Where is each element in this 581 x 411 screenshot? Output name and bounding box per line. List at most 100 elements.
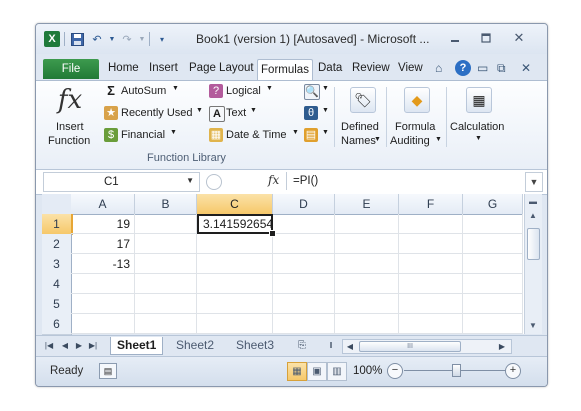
sheet-tab-sheet3[interactable]: Sheet3 bbox=[230, 337, 280, 354]
lookup-reference-icon[interactable]: 🔍 bbox=[304, 84, 320, 100]
tab-page-layout[interactable]: Page Layout bbox=[189, 62, 254, 74]
cell-f4[interactable] bbox=[399, 274, 463, 294]
cell-e6[interactable] bbox=[335, 314, 399, 334]
customize-qat-icon[interactable]: ▾ bbox=[154, 31, 170, 47]
cell-c5[interactable] bbox=[197, 294, 273, 314]
math-trig-dropdown-icon[interactable]: ▼ bbox=[322, 107, 329, 114]
undo-dropdown-icon[interactable]: ▼ bbox=[109, 31, 116, 47]
cell-c1[interactable]: 3.141592654 bbox=[197, 214, 273, 234]
cell-e4[interactable] bbox=[335, 274, 399, 294]
calculation-label[interactable]: Calculation bbox=[450, 121, 504, 133]
excel-logo-icon[interactable]: X bbox=[44, 31, 60, 47]
text-function-icon[interactable]: A bbox=[209, 106, 225, 122]
logical-dropdown-icon[interactable]: ▼ bbox=[266, 85, 273, 92]
minimize-icon[interactable] bbox=[444, 30, 466, 46]
defined-names-label-1[interactable]: Defined bbox=[341, 121, 379, 133]
cell-g2[interactable] bbox=[463, 234, 523, 254]
name-box-dropdown-icon[interactable]: ▼ bbox=[186, 176, 194, 185]
zoom-slider-thumb[interactable] bbox=[452, 364, 461, 377]
cell-d4[interactable] bbox=[273, 274, 335, 294]
column-header-c[interactable]: C bbox=[197, 194, 273, 216]
formula-auditing-icon[interactable]: ◆ bbox=[404, 87, 430, 113]
column-header-b[interactable]: B bbox=[135, 194, 197, 215]
column-header-d[interactable]: D bbox=[273, 194, 335, 215]
next-sheet-icon[interactable]: ▶ bbox=[74, 339, 84, 353]
cell-f6[interactable] bbox=[399, 314, 463, 334]
tab-formulas[interactable]: Formulas bbox=[257, 59, 313, 81]
calculation-icon[interactable]: ▦ bbox=[466, 87, 492, 113]
cell-d2[interactable] bbox=[273, 234, 335, 254]
undo-icon[interactable]: ↶ bbox=[89, 31, 105, 47]
prev-sheet-icon[interactable]: ◀ bbox=[60, 339, 70, 353]
horizontal-scroll-thumb[interactable]: III bbox=[359, 341, 461, 352]
help-icon[interactable]: ? bbox=[455, 60, 471, 76]
defined-names-label-2[interactable]: Names bbox=[341, 135, 376, 147]
formula-bar-divider-icon[interactable] bbox=[206, 174, 222, 190]
math-trig-icon[interactable]: θ bbox=[304, 106, 318, 120]
name-box[interactable]: C1 ▼ bbox=[43, 172, 200, 192]
scroll-up-icon[interactable]: ▲ bbox=[527, 210, 539, 222]
column-header-g[interactable]: G bbox=[463, 194, 523, 215]
cell-a3[interactable]: -13 bbox=[71, 254, 135, 274]
autosum-button[interactable]: AutoSum bbox=[121, 85, 166, 97]
cell-f3[interactable] bbox=[399, 254, 463, 274]
insert-function-label-1[interactable]: Insert bbox=[56, 121, 84, 133]
cell-a6[interactable] bbox=[71, 314, 135, 334]
row-header-2[interactable]: 2 bbox=[42, 234, 72, 255]
recently-used-dropdown-icon[interactable]: ▼ bbox=[196, 107, 203, 114]
cell-f2[interactable] bbox=[399, 234, 463, 254]
scroll-left-icon[interactable]: ◀ bbox=[345, 340, 355, 353]
date-time-icon[interactable]: ▦ bbox=[209, 128, 223, 142]
cell-g5[interactable] bbox=[463, 294, 523, 314]
formula-auditing-label-1[interactable]: Formula bbox=[395, 121, 435, 133]
column-header-a[interactable]: A bbox=[71, 194, 135, 215]
redo-dropdown-icon[interactable]: ▼ bbox=[139, 31, 146, 47]
save-icon[interactable] bbox=[69, 31, 85, 47]
calculation-dropdown-icon[interactable]: ▼ bbox=[475, 135, 482, 142]
insert-function-icon[interactable]: fx bbox=[50, 85, 90, 115]
page-break-view-icon[interactable]: ▥ bbox=[327, 362, 347, 381]
cell-b5[interactable] bbox=[135, 294, 197, 314]
row-header-5[interactable]: 5 bbox=[42, 294, 72, 315]
defined-names-dropdown-icon[interactable]: ▼ bbox=[374, 136, 381, 143]
tab-file[interactable]: File bbox=[43, 59, 99, 79]
insert-function-fx-icon[interactable]: fx bbox=[268, 173, 279, 187]
page-layout-view-icon[interactable]: ▣ bbox=[307, 362, 327, 381]
cell-d5[interactable] bbox=[273, 294, 335, 314]
cell-f5[interactable] bbox=[399, 294, 463, 314]
text-dropdown-icon[interactable]: ▼ bbox=[250, 107, 257, 114]
cell-b6[interactable] bbox=[135, 314, 197, 334]
cell-g6[interactable] bbox=[463, 314, 523, 334]
cell-f1[interactable] bbox=[399, 214, 463, 234]
tab-split-icon[interactable]: ‖ bbox=[326, 339, 336, 353]
cell-e1[interactable] bbox=[335, 214, 399, 234]
cell-e5[interactable] bbox=[335, 294, 399, 314]
row-header-6[interactable]: 6 bbox=[42, 314, 72, 335]
cell-g4[interactable] bbox=[463, 274, 523, 294]
cell-e2[interactable] bbox=[335, 234, 399, 254]
defined-names-icon[interactable]: 🏷 bbox=[350, 87, 376, 113]
cell-e3[interactable] bbox=[335, 254, 399, 274]
cell-g1[interactable] bbox=[463, 214, 523, 234]
formula-input[interactable]: =PI() bbox=[286, 172, 526, 190]
cell-g3[interactable] bbox=[463, 254, 523, 274]
text-button[interactable]: Text bbox=[226, 107, 246, 119]
ribbon-minimize-icon[interactable]: ▭ bbox=[477, 61, 488, 75]
redo-icon[interactable]: ↷ bbox=[119, 31, 135, 47]
maximize-icon[interactable] bbox=[475, 30, 497, 46]
cell-c3[interactable] bbox=[197, 254, 273, 274]
worksheet-grid[interactable]: A B C D E F G 1 19 3.141592654 2 17 3 -13 4 5 6 bbox=[42, 194, 524, 335]
autosum-dropdown-icon[interactable]: ▼ bbox=[172, 85, 179, 92]
minimize-ribbon-icon[interactable]: ⌂ bbox=[435, 61, 442, 75]
more-functions-dropdown-icon[interactable]: ▼ bbox=[322, 129, 329, 136]
cell-b2[interactable] bbox=[135, 234, 197, 254]
tab-insert[interactable]: Insert bbox=[149, 62, 178, 74]
cell-d6[interactable] bbox=[273, 314, 335, 334]
tab-view[interactable]: View bbox=[398, 62, 423, 74]
sheet-tab-sheet1[interactable]: Sheet1 bbox=[110, 337, 164, 355]
zoom-out-icon[interactable]: − bbox=[387, 363, 403, 379]
cell-a2[interactable]: 17 bbox=[71, 234, 135, 254]
zoom-level[interactable]: 100% bbox=[353, 365, 382, 377]
cell-d3[interactable] bbox=[273, 254, 335, 274]
cell-c2[interactable] bbox=[197, 234, 273, 254]
